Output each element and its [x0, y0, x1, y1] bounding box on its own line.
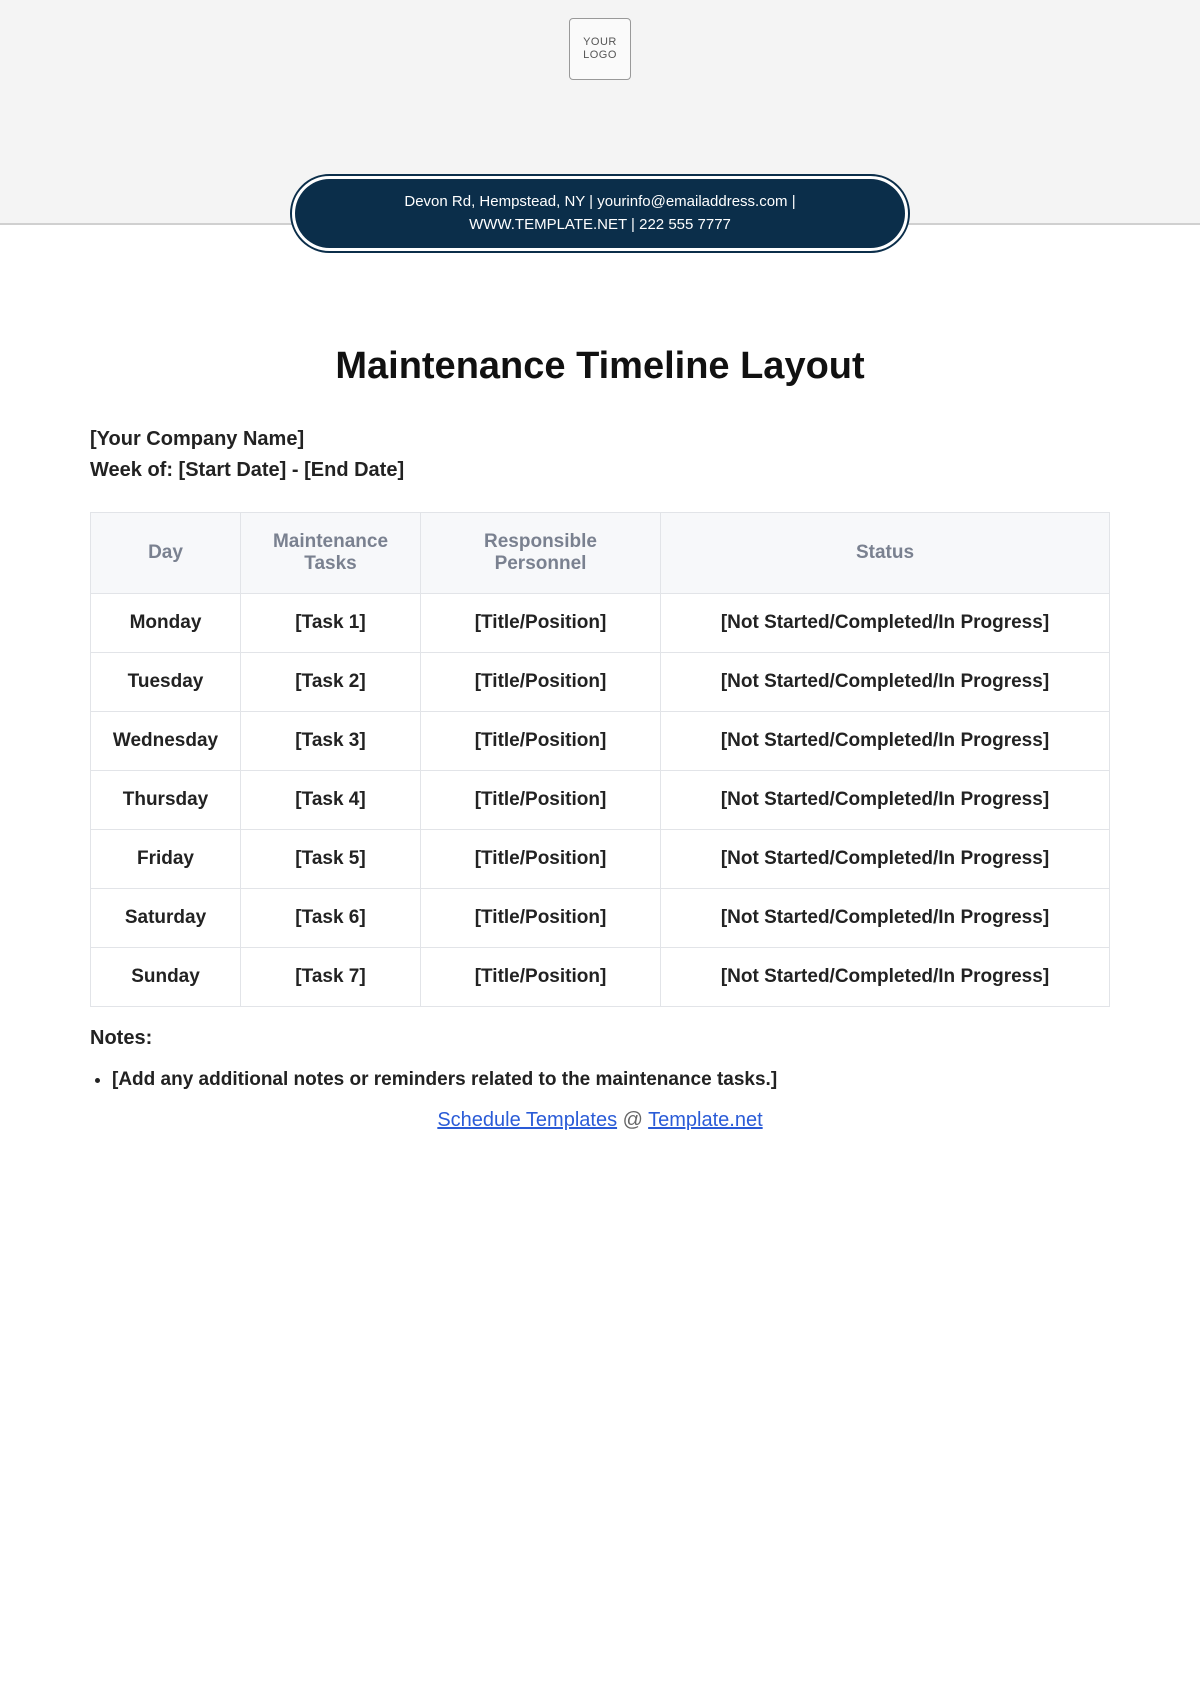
cell-status: [Not Started/Completed/In Progress]: [661, 653, 1110, 712]
notes-item: [Add any additional notes or reminders r…: [112, 1066, 1110, 1095]
cell-personnel: [Title/Position]: [421, 653, 661, 712]
table-header-row: Day Maintenance Tasks Responsible Person…: [91, 513, 1110, 594]
cell-status: [Not Started/Completed/In Progress]: [661, 771, 1110, 830]
cell-personnel: [Title/Position]: [421, 830, 661, 889]
footer-attribution: Schedule Templates @ Template.net: [90, 1109, 1110, 1132]
company-name-line: [Your Company Name]: [90, 428, 1110, 451]
cell-task: [Task 3]: [241, 712, 421, 771]
contact-line-1: Devon Rd, Hempstead, NY | yourinfo@email…: [335, 191, 865, 214]
notes-label: Notes:: [90, 1027, 1110, 1050]
cell-task: [Task 6]: [241, 889, 421, 948]
cell-personnel: [Title/Position]: [421, 712, 661, 771]
cell-personnel: [Title/Position]: [421, 889, 661, 948]
table-row: Thursday [Task 4] [Title/Position] [Not …: [91, 771, 1110, 830]
cell-status: [Not Started/Completed/In Progress]: [661, 712, 1110, 771]
col-day: Day: [91, 513, 241, 594]
page-title: Maintenance Timeline Layout: [90, 345, 1110, 388]
cell-status: [Not Started/Completed/In Progress]: [661, 830, 1110, 889]
footer-link-schedule-templates[interactable]: Schedule Templates: [437, 1109, 617, 1131]
cell-personnel: [Title/Position]: [421, 594, 661, 653]
cell-task: [Task 7]: [241, 948, 421, 1007]
maintenance-table: Day Maintenance Tasks Responsible Person…: [90, 512, 1110, 1007]
cell-day: Wednesday: [91, 712, 241, 771]
logo-placeholder: YOUR LOGO: [569, 18, 631, 80]
notes-list: [Add any additional notes or reminders r…: [90, 1066, 1110, 1095]
col-personnel: Responsible Personnel: [421, 513, 661, 594]
cell-status: [Not Started/Completed/In Progress]: [661, 889, 1110, 948]
cell-task: [Task 5]: [241, 830, 421, 889]
table-row: Wednesday [Task 3] [Title/Position] [Not…: [91, 712, 1110, 771]
cell-task: [Task 2]: [241, 653, 421, 712]
footer-at-separator: @: [617, 1109, 648, 1131]
contact-pill: Devon Rd, Hempstead, NY | yourinfo@email…: [290, 174, 910, 253]
week-of-line: Week of: [Start Date] - [End Date]: [90, 459, 1110, 482]
logo-text: YOUR LOGO: [583, 36, 617, 62]
cell-personnel: [Title/Position]: [421, 948, 661, 1007]
document-body: Maintenance Timeline Layout [Your Compan…: [0, 225, 1200, 1172]
cell-status: [Not Started/Completed/In Progress]: [661, 594, 1110, 653]
cell-day: Tuesday: [91, 653, 241, 712]
table-row: Monday [Task 1] [Title/Position] [Not St…: [91, 594, 1110, 653]
header-banner: YOUR LOGO Devon Rd, Hempstead, NY | your…: [0, 0, 1200, 225]
cell-task: [Task 4]: [241, 771, 421, 830]
cell-day: Thursday: [91, 771, 241, 830]
table-row: Tuesday [Task 2] [Title/Position] [Not S…: [91, 653, 1110, 712]
cell-task: [Task 1]: [241, 594, 421, 653]
cell-day: Friday: [91, 830, 241, 889]
table-row: Saturday [Task 6] [Title/Position] [Not …: [91, 889, 1110, 948]
table-row: Friday [Task 5] [Title/Position] [Not St…: [91, 830, 1110, 889]
footer-link-template-net[interactable]: Template.net: [648, 1109, 763, 1131]
cell-status: [Not Started/Completed/In Progress]: [661, 948, 1110, 1007]
contact-line-2: WWW.TEMPLATE.NET | 222 555 7777: [335, 214, 865, 237]
cell-day: Sunday: [91, 948, 241, 1007]
cell-day: Monday: [91, 594, 241, 653]
table-row: Sunday [Task 7] [Title/Position] [Not St…: [91, 948, 1110, 1007]
col-status: Status: [661, 513, 1110, 594]
cell-day: Saturday: [91, 889, 241, 948]
cell-personnel: [Title/Position]: [421, 771, 661, 830]
col-tasks: Maintenance Tasks: [241, 513, 421, 594]
